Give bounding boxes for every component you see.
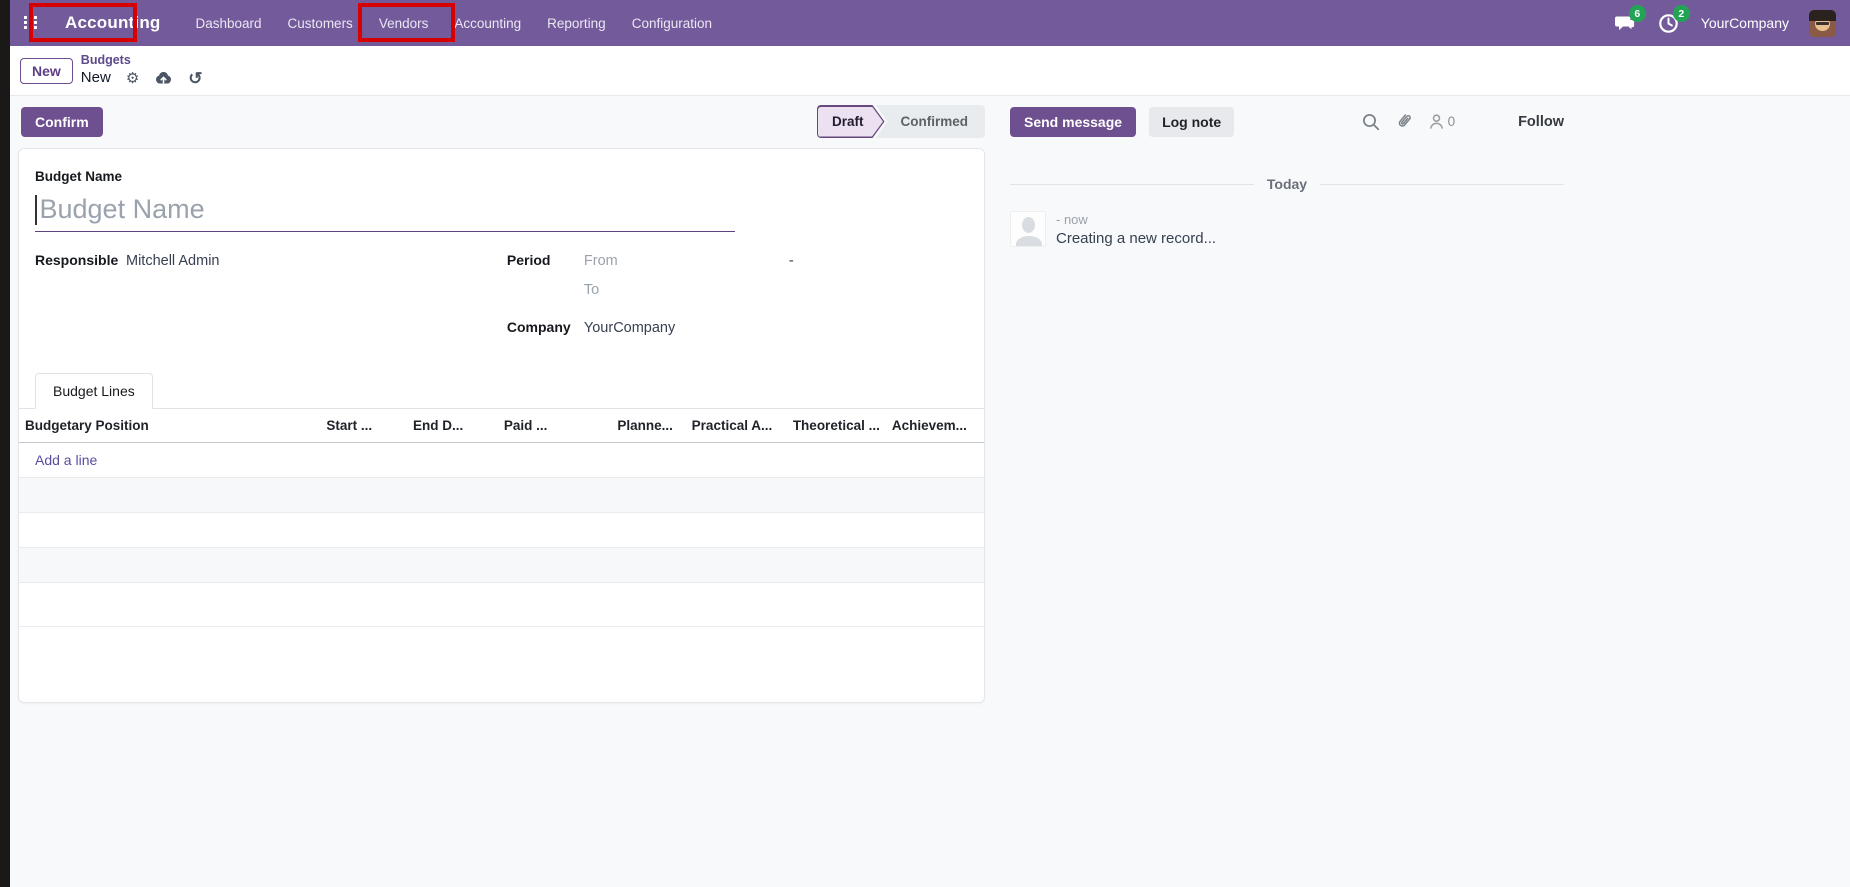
apps-menu-icon[interactable] xyxy=(24,16,39,31)
screen-left-edge xyxy=(0,0,10,887)
menu-reporting[interactable]: Reporting xyxy=(534,10,619,37)
activities-badge: 2 xyxy=(1673,5,1690,22)
send-message-button[interactable]: Send message xyxy=(1010,107,1136,137)
col-budgetary-position[interactable]: Budgetary Position xyxy=(19,409,320,443)
chatter-message: - now Creating a new record... xyxy=(1010,211,1564,247)
menu-dashboard[interactable]: Dashboard xyxy=(183,10,275,37)
search-messages-icon[interactable] xyxy=(1362,113,1380,131)
col-paid-amount[interactable]: Paid ... xyxy=(498,409,612,443)
empty-row xyxy=(19,478,984,513)
col-practical-amount[interactable]: Practical A... xyxy=(686,409,787,443)
breadcrumb-budgets-link[interactable]: Budgets xyxy=(81,53,203,69)
activities-icon[interactable]: 2 xyxy=(1657,12,1681,34)
col-start-date[interactable]: Start ... xyxy=(320,409,407,443)
col-achievement[interactable]: Achievem... xyxy=(886,409,984,443)
add-a-line-link[interactable]: Add a line xyxy=(19,443,984,478)
action-row: Confirm Draft Confirmed xyxy=(21,105,985,138)
main-content: Confirm Draft Confirmed Budget Name Budg… xyxy=(10,96,1850,887)
message-timestamp: - now xyxy=(1056,212,1216,227)
chatter-panel: Send message Log note xyxy=(1010,105,1564,247)
responsible-field[interactable]: Mitchell Admin xyxy=(126,253,219,269)
status-draft[interactable]: Draft xyxy=(817,105,885,138)
main-menu: Dashboard Customers Vendors Accounting R… xyxy=(183,10,726,37)
period-from-input[interactable]: From xyxy=(584,253,780,269)
followers-count: 0 xyxy=(1448,114,1456,129)
breadcrumb-current: New xyxy=(81,69,111,88)
menu-accounting[interactable]: Accounting xyxy=(441,10,534,37)
control-panel: New Budgets New ⚙ ↺ xyxy=(10,46,1850,96)
top-navbar: Accounting Dashboard Customers Vendors A… xyxy=(0,0,1850,46)
confirm-button[interactable]: Confirm xyxy=(21,107,103,137)
budget-name-placeholder: Budget Name xyxy=(40,194,205,225)
followers-icon[interactable]: 0 xyxy=(1428,113,1456,130)
status-bar: Draft Confirmed xyxy=(817,105,986,138)
empty-row xyxy=(19,583,984,627)
status-confirmed[interactable]: Confirmed xyxy=(876,105,986,138)
col-planned-amount[interactable]: Planne... xyxy=(611,409,685,443)
menu-customers[interactable]: Customers xyxy=(275,10,366,37)
breadcrumb: Budgets New ⚙ ↺ xyxy=(81,53,203,87)
period-range-separator: - xyxy=(789,253,794,269)
attachments-paperclip-icon[interactable] xyxy=(1395,112,1413,131)
message-avatar xyxy=(1010,211,1046,247)
new-button[interactable]: New xyxy=(20,58,73,84)
budget-name-label: Budget Name xyxy=(35,169,968,184)
gear-icon[interactable]: ⚙ xyxy=(126,71,139,86)
responsible-label: Responsible xyxy=(35,252,126,268)
today-divider: Today xyxy=(1010,176,1564,192)
app-name-accounting[interactable]: Accounting xyxy=(53,13,173,33)
menu-configuration[interactable]: Configuration xyxy=(619,10,725,37)
budget-form-sheet: Budget Name Budget Name Responsible Mitc… xyxy=(18,148,985,703)
company-label: Company xyxy=(507,319,584,335)
messages-icon[interactable]: 6 xyxy=(1613,12,1637,34)
company-field[interactable]: YourCompany xyxy=(584,320,675,336)
period-to-input[interactable]: To xyxy=(584,282,599,298)
today-label: Today xyxy=(1267,176,1307,192)
col-theoretical-amount[interactable]: Theoretical ... xyxy=(787,409,886,443)
empty-row xyxy=(19,513,984,548)
notebook-tabs: Budget Lines xyxy=(19,373,984,409)
empty-row xyxy=(19,548,984,583)
budget-name-input[interactable]: Budget Name xyxy=(35,188,735,232)
tab-budget-lines[interactable]: Budget Lines xyxy=(35,373,153,409)
budget-lines-table: Budgetary Position Start ... End D... Pa… xyxy=(19,409,984,627)
discard-undo-icon[interactable]: ↺ xyxy=(188,70,202,87)
messages-badge: 6 xyxy=(1629,5,1646,22)
follow-button[interactable]: Follow xyxy=(1518,114,1564,130)
period-label: Period xyxy=(507,252,584,268)
text-cursor xyxy=(35,195,37,225)
user-avatar[interactable] xyxy=(1809,10,1836,37)
col-end-date[interactable]: End D... xyxy=(407,409,498,443)
company-switcher[interactable]: YourCompany xyxy=(1701,15,1789,31)
cloud-save-icon[interactable] xyxy=(154,70,173,86)
log-note-button[interactable]: Log note xyxy=(1149,107,1234,137)
message-text: Creating a new record... xyxy=(1056,230,1216,247)
menu-vendors[interactable]: Vendors xyxy=(366,10,442,37)
